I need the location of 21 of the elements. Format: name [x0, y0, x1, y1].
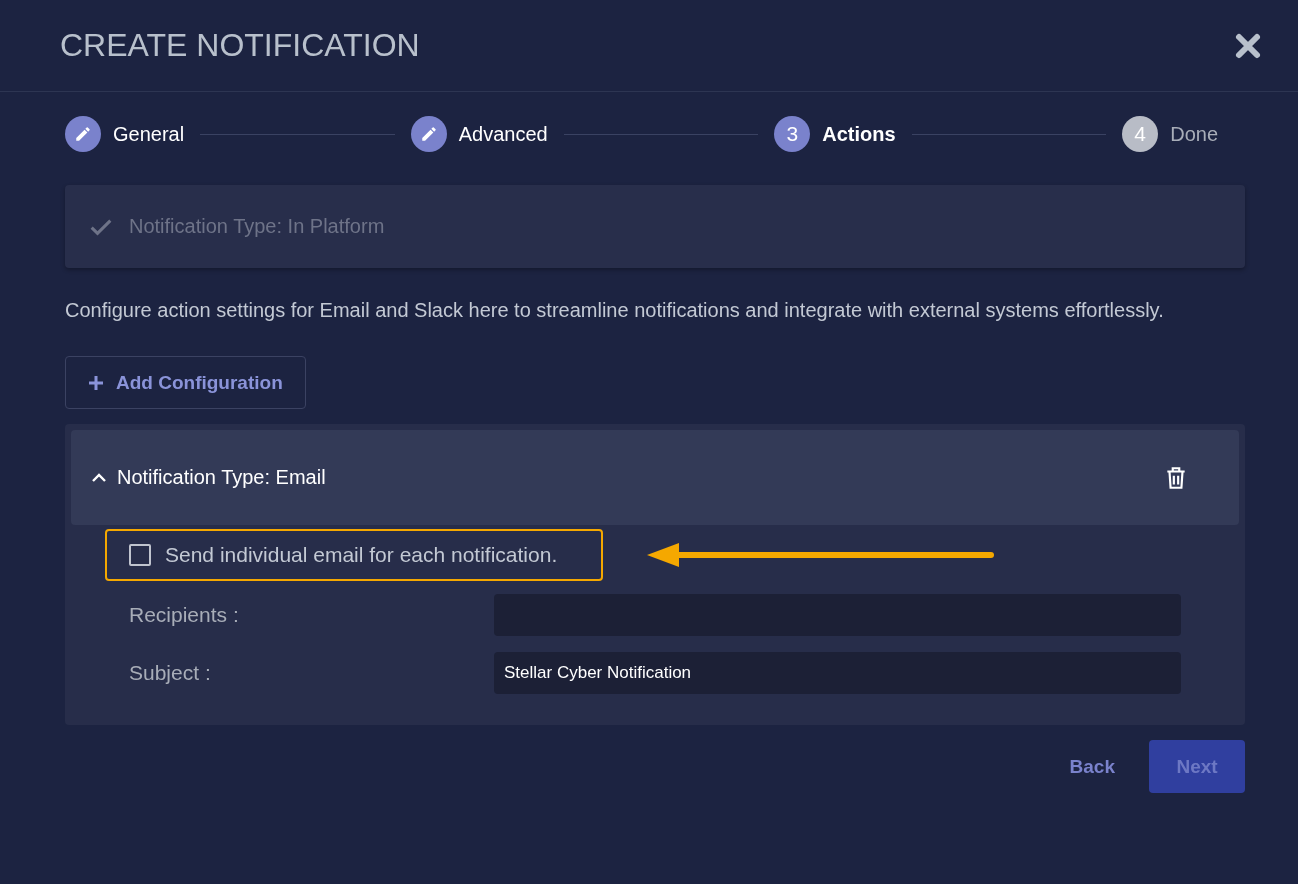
panel-title: Notification Type: Email	[117, 466, 327, 489]
field-label: Subject :	[129, 661, 212, 685]
step-label: Actions	[822, 122, 896, 146]
dialog-title: CREATE NOTIFICATION	[60, 27, 420, 64]
step-number: 3	[774, 116, 811, 152]
checkbox[interactable]	[129, 544, 151, 566]
plus-icon	[88, 374, 104, 391]
add-configuration-button[interactable]: Add Configuration	[65, 356, 306, 409]
collapsed-panel[interactable]: Notification Type: In Platform	[65, 185, 1245, 268]
step-label: General	[113, 122, 185, 146]
step-number: 4	[1122, 116, 1159, 152]
field-label: Recipients :	[129, 603, 240, 627]
input-field[interactable]: Stellar Cyber Notification	[494, 652, 1181, 694]
back-button[interactable]: Back	[1051, 740, 1133, 793]
description-text: Configure action settings for Email and Slack here to streamline notifications and integrate with external systems effortlessly.	[65, 298, 1165, 323]
checkbox-label: Send individual email for each notification.	[165, 543, 558, 567]
step-label: Done	[1170, 122, 1218, 146]
close-icon[interactable]	[1234, 31, 1262, 60]
step-label: Advanced	[458, 122, 548, 146]
panel-header[interactable]: Notification Type: Email	[71, 430, 1239, 525]
panel-title: Notification Type: In Platform	[129, 215, 385, 238]
